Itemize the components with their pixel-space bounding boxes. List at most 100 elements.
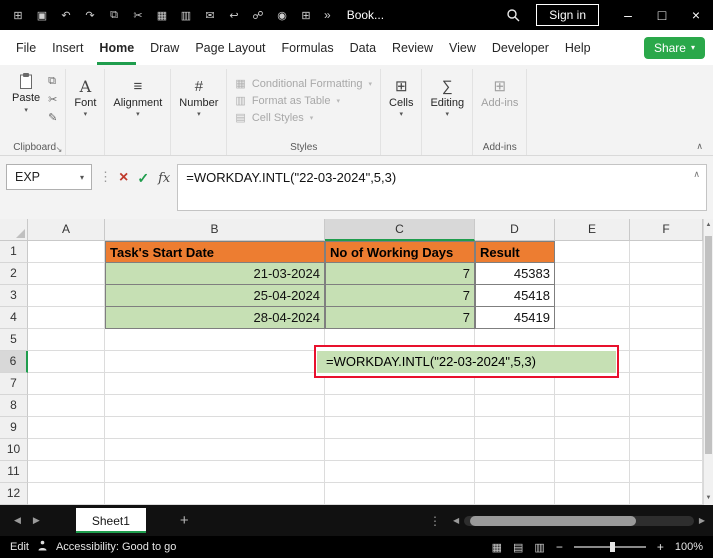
cell-E8[interactable] (555, 395, 630, 417)
tab-file[interactable]: File (8, 30, 44, 65)
tab-home[interactable]: Home (91, 30, 142, 65)
cell-F9[interactable] (630, 417, 703, 439)
cell-A12[interactable] (28, 483, 105, 505)
format-painter-icon[interactable]: ✎ (48, 111, 57, 124)
tab-insert[interactable]: Insert (44, 30, 91, 65)
cell-C2[interactable]: 7 (325, 263, 475, 285)
cell-A3[interactable] (28, 285, 105, 307)
number-group-button[interactable]: # Number ▾ (171, 69, 228, 155)
tab-data[interactable]: Data (342, 30, 384, 65)
cell-D4[interactable]: 45419 (475, 307, 555, 329)
cell-D3[interactable]: 45418 (475, 285, 555, 307)
column-header-A[interactable]: A (28, 219, 105, 241)
cell-F7[interactable] (630, 373, 703, 395)
cell-D10[interactable] (475, 439, 555, 461)
cell-F10[interactable] (630, 439, 703, 461)
cell-A9[interactable] (28, 417, 105, 439)
cell-E10[interactable] (555, 439, 630, 461)
cell-A4[interactable] (28, 307, 105, 329)
cell-D12[interactable] (475, 483, 555, 505)
cell-B9[interactable] (105, 417, 325, 439)
cell-A10[interactable] (28, 439, 105, 461)
collapse-ribbon-icon[interactable]: ∧ (696, 141, 703, 152)
cell-E12[interactable] (555, 483, 630, 505)
cell-A5[interactable] (28, 329, 105, 351)
column-header-C[interactable]: C (325, 219, 475, 241)
column-header-F[interactable]: F (630, 219, 703, 241)
row-header-5[interactable]: 5 (0, 329, 28, 351)
active-cell-formula[interactable]: =WORKDAY.INTL("22-03-2024",5,3) (317, 350, 616, 373)
cell-F4[interactable] (630, 307, 703, 329)
tab-view[interactable]: View (441, 30, 484, 65)
horizontal-scroll-track[interactable] (464, 515, 694, 526)
row-header-3[interactable]: 3 (0, 285, 28, 307)
cell-C9[interactable] (325, 417, 475, 439)
cell-B6[interactable] (105, 351, 325, 373)
cell-C4[interactable]: 7 (325, 307, 475, 329)
save-icon[interactable]: ▣ (30, 9, 54, 22)
cell-A6[interactable] (28, 351, 105, 373)
page-break-view-icon[interactable]: ▥ (534, 541, 544, 554)
row-header-8[interactable]: 8 (0, 395, 28, 417)
addins-label[interactable]: Add-ins (481, 97, 518, 109)
cut-icon[interactable]: ✂ (126, 9, 150, 22)
scroll-right-icon[interactable]: ▶ (699, 516, 705, 525)
cell-D1[interactable]: Result (475, 241, 555, 263)
format-as-table-button[interactable]: ▥ Format as Table ▾ (235, 94, 372, 108)
cell-F2[interactable] (630, 263, 703, 285)
enter-icon[interactable]: ✓ (137, 170, 149, 187)
cell-D9[interactable] (475, 417, 555, 439)
row-header-9[interactable]: 9 (0, 417, 28, 439)
tab-formulas[interactable]: Formulas (274, 30, 342, 65)
cells-group-button[interactable]: ⊞ Cells ▾ (381, 69, 423, 155)
alignment-group-button[interactable]: ≡ Alignment ▾ (105, 69, 172, 155)
maximize-button[interactable]: □ (645, 0, 679, 30)
formula-bar-input[interactable]: =WORKDAY.INTL("22-03-2024",5,3) ∧ (177, 164, 707, 211)
cell-C10[interactable] (325, 439, 475, 461)
cell-C12[interactable] (325, 483, 475, 505)
row-header-7[interactable]: 7 (0, 373, 28, 395)
scroll-down-icon[interactable]: ▼ (706, 492, 712, 505)
zoom-level[interactable]: 100% (675, 541, 703, 553)
tab-review[interactable]: Review (384, 30, 441, 65)
link-icon[interactable]: ☍ (246, 9, 270, 22)
cell-A7[interactable] (28, 373, 105, 395)
cell-D8[interactable] (475, 395, 555, 417)
cell-F1[interactable] (630, 241, 703, 263)
cell-A11[interactable] (28, 461, 105, 483)
row-header-2[interactable]: 2 (0, 263, 28, 285)
cell-A1[interactable] (28, 241, 105, 263)
cell-E9[interactable] (555, 417, 630, 439)
cell-F12[interactable] (630, 483, 703, 505)
select-all-corner[interactable] (0, 219, 28, 241)
column-header-B[interactable]: B (105, 219, 325, 241)
minimize-button[interactable]: – (611, 0, 645, 30)
cell-E11[interactable] (555, 461, 630, 483)
cell-C1[interactable]: No of Working Days (325, 241, 475, 263)
dialog-launcher-icon[interactable]: ↘ (56, 145, 63, 154)
horizontal-scroll-thumb[interactable] (470, 515, 636, 526)
cell-F5[interactable] (630, 329, 703, 351)
insert-function-icon[interactable]: fx (158, 171, 170, 186)
cell-B2[interactable]: 21-03-2024 (105, 263, 325, 285)
tab-draw[interactable]: Draw (142, 30, 187, 65)
cancel-icon[interactable]: × (119, 169, 128, 187)
tab-page-layout[interactable]: Page Layout (187, 30, 273, 65)
chevron-down-icon[interactable]: ▾ (73, 173, 91, 182)
undo-icon[interactable]: ↶ (54, 9, 78, 22)
zoom-slider-thumb[interactable] (609, 542, 615, 552)
paste-button[interactable]: Paste ▾ (12, 72, 40, 124)
cell-B8[interactable] (105, 395, 325, 417)
zoom-in-button[interactable]: + (657, 540, 664, 554)
table-icon[interactable]: ⊞ (294, 9, 318, 22)
sheet-tab-sheet1[interactable]: Sheet1 (75, 508, 146, 533)
cell-B3[interactable]: 25-04-2024 (105, 285, 325, 307)
name-box[interactable]: EXP ▾ (6, 164, 92, 190)
accessibility-status[interactable]: Accessibility: Good to go (56, 541, 176, 553)
cell-D11[interactable] (475, 461, 555, 483)
vertical-scroll-track[interactable] (704, 232, 713, 492)
font-group-button[interactable]: A Font ▾ (66, 69, 106, 155)
zoom-out-button[interactable]: − (556, 540, 563, 554)
cell-B1[interactable]: Task's Start Date (105, 241, 325, 263)
cell-styles-button[interactable]: ▤ Cell Styles ▾ (235, 111, 372, 125)
